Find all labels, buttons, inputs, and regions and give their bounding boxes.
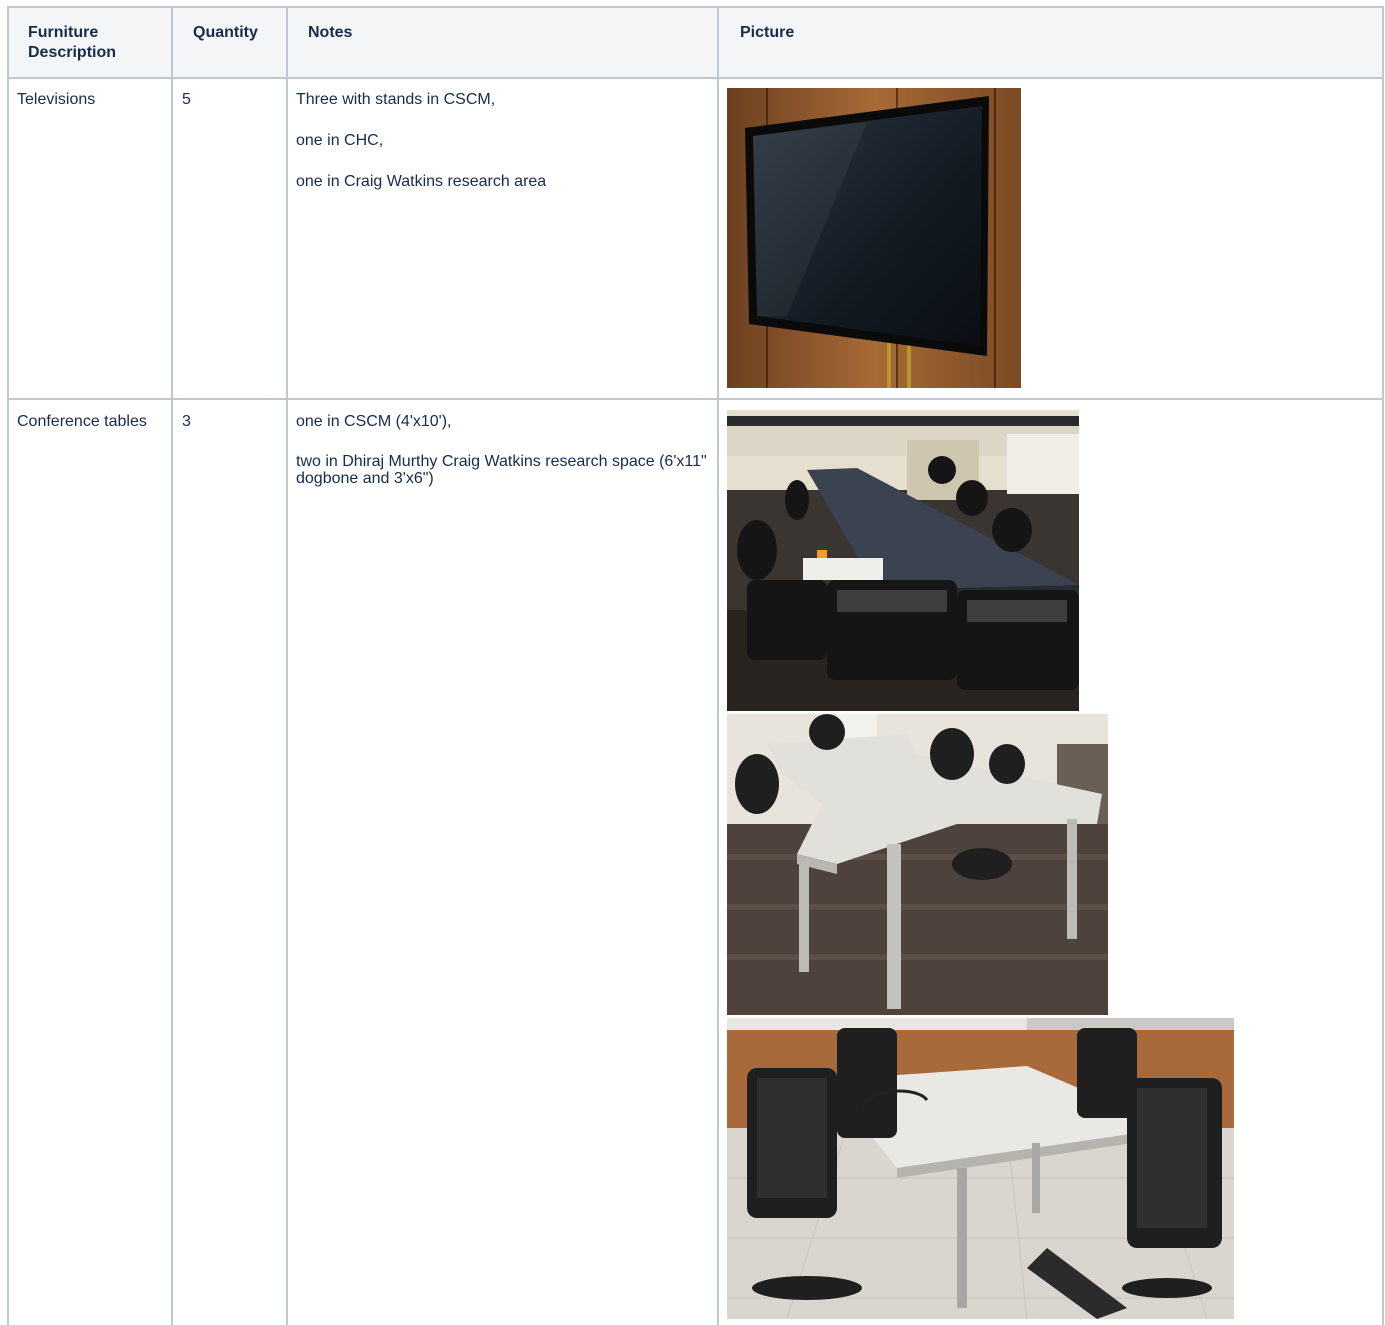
column-border <box>171 6 173 1325</box>
row-televisions-description: Televisions <box>17 91 96 108</box>
header-quantity: Quantity <box>193 24 258 41</box>
table-header-row <box>8 8 1383 78</box>
note-line: one in Craig Watkins research area <box>296 173 547 190</box>
row-televisions-quantity: 5 <box>182 91 191 108</box>
wall-mounted-tv-photo[interactable] <box>727 88 1021 388</box>
row-conference-tables-quantity: 3 <box>182 413 191 430</box>
note-line: Three with stands in CSCM, <box>296 91 496 108</box>
header-divider <box>7 77 1384 79</box>
dark-conference-table-photo[interactable] <box>727 410 1079 711</box>
note-line: one in CSCM (4'x10'), <box>296 413 452 430</box>
table-border-top <box>7 6 1384 8</box>
column-border <box>717 6 719 1325</box>
white-conference-table-photo[interactable] <box>727 1018 1234 1319</box>
header-picture: Picture <box>740 24 795 41</box>
header-furniture-description: Furniture Description <box>28 24 117 61</box>
column-border <box>286 6 288 1325</box>
column-border <box>7 6 9 1325</box>
note-line: one in CHC, <box>296 132 384 149</box>
note-line: two in Dhiraj Murthy Craig Watkins resea… <box>296 453 707 487</box>
row-conference-tables-description: Conference tables <box>17 413 147 430</box>
header-notes: Notes <box>308 24 353 41</box>
row-divider <box>7 398 1384 400</box>
dogbone-table-photo[interactable] <box>727 714 1108 1015</box>
column-border <box>1382 6 1384 1325</box>
row-conference-tables-notes: one in CSCM (4'x10'), two in Dhiraj Murt… <box>296 412 708 487</box>
row-televisions-notes: Three with stands in CSCM, one in CHC, o… <box>296 90 706 192</box>
